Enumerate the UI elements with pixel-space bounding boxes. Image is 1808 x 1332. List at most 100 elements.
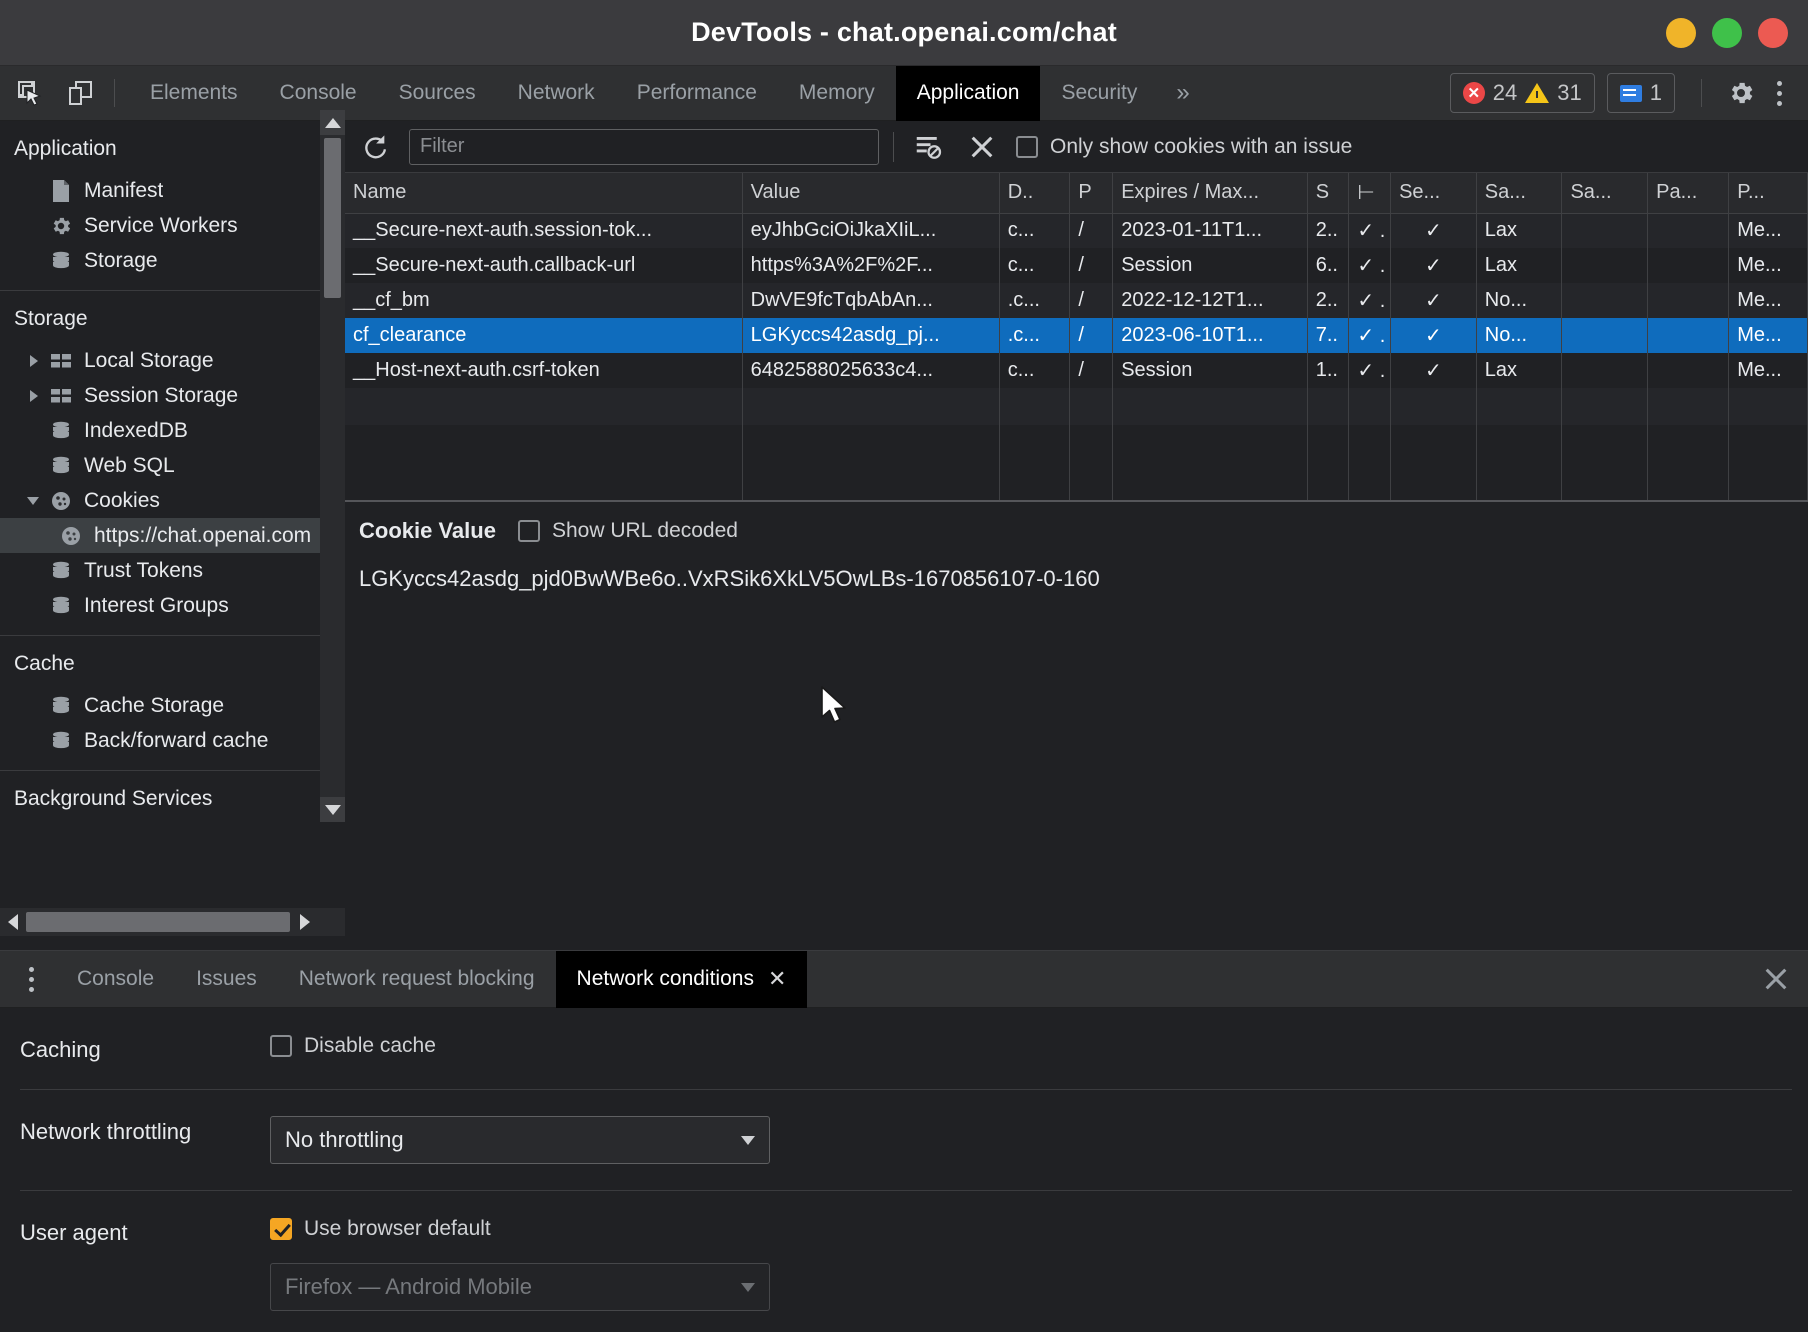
only-issues-checkbox[interactable] — [1016, 135, 1038, 158]
clear-all-cookies-icon[interactable] — [962, 127, 1002, 167]
chevron-down-icon[interactable] — [26, 492, 44, 510]
scroll-down-icon[interactable] — [320, 797, 345, 822]
col-httponly[interactable]: ⊢ — [1348, 173, 1392, 214]
inspect-element-icon[interactable] — [10, 73, 50, 113]
kebab-menu-icon[interactable] — [1762, 72, 1796, 114]
col-partitionkey[interactable]: Pa... — [1647, 173, 1730, 214]
gear-icon[interactable] — [1720, 72, 1762, 114]
col-secure[interactable]: Se... — [1390, 173, 1477, 214]
tab-application[interactable]: Application — [895, 65, 1041, 121]
col-value[interactable]: Value — [742, 173, 1000, 214]
cell-domain: c... — [999, 213, 1071, 248]
chevron-right-icon[interactable] — [26, 387, 44, 405]
cell-partitionkey — [1647, 318, 1730, 353]
use-browser-default-checkbox[interactable] — [270, 1218, 292, 1240]
only-issues-checkbox-row[interactable]: Only show cookies with an issue — [1016, 135, 1352, 159]
sidebar-label: Back/forward cache — [84, 728, 269, 752]
clear-filtered-cookies-icon[interactable] — [908, 127, 948, 167]
sidebar-item-cookies[interactable]: Cookies — [0, 483, 320, 518]
col-samepartykey[interactable]: Sa... — [1561, 173, 1649, 214]
drawer-tab-network-request-blocking[interactable]: Network request blocking — [278, 951, 556, 1008]
sidebar-item-storage[interactable]: Storage — [0, 243, 320, 278]
col-expires[interactable]: Expires / Max... — [1112, 173, 1308, 214]
sidebar-item-cache-storage[interactable]: Cache Storage — [0, 688, 320, 723]
sidebar-item-trust-tokens[interactable]: Trust Tokens — [0, 553, 320, 588]
throttling-select[interactable]: No throttling — [270, 1116, 770, 1164]
drawer-tab-network-conditions[interactable]: Network conditions ✕ — [555, 950, 808, 1008]
sidebar-item-service-workers[interactable]: Service Workers — [0, 208, 320, 243]
drawer-kebab-menu-icon[interactable] — [14, 959, 48, 999]
scroll-right-icon[interactable] — [292, 908, 317, 936]
tab-security[interactable]: Security — [1040, 66, 1158, 121]
tab-memory[interactable]: Memory — [778, 66, 896, 121]
cell-samesite: Lax — [1476, 213, 1563, 248]
use-browser-default-row[interactable]: Use browser default — [270, 1217, 1808, 1241]
sidebar-item-local-storage[interactable]: Local Storage — [0, 343, 320, 378]
chevron-right-icon[interactable] — [26, 352, 44, 370]
cell-value: DwVE9fcTqbAbAn... — [742, 283, 1000, 318]
col-priority[interactable]: P... — [1728, 173, 1808, 214]
maximize-button[interactable] — [1712, 17, 1742, 48]
issues-counter[interactable]: ✕ 24 31 — [1449, 73, 1595, 113]
cell-partitionkey — [1647, 353, 1730, 388]
sidebar-item-back-forward-cache[interactable]: Back/forward cache — [0, 723, 320, 758]
warning-count: 31 — [1557, 80, 1582, 105]
col-path[interactable]: P — [1069, 173, 1114, 214]
scroll-up-icon[interactable] — [320, 110, 345, 135]
scrollbar-thumb[interactable] — [324, 138, 341, 298]
sidebar-heading-storage: Storage — [14, 307, 88, 330]
cell-secure: ✓ — [1390, 283, 1477, 318]
drawer-close-icon[interactable] — [1762, 965, 1790, 993]
more-tabs-icon[interactable]: » — [1158, 66, 1207, 121]
sidebar-label: Cache Storage — [84, 693, 225, 717]
tab-sources[interactable]: Sources — [378, 66, 497, 121]
caret-icon — [26, 217, 44, 235]
cell-expires: Session — [1112, 248, 1308, 283]
col-samesite[interactable]: Sa... — [1476, 173, 1563, 214]
table-row[interactable]: __cf_bm DwVE9fcTqbAbAn... .c... / 2022-1… — [345, 283, 1808, 318]
sidebar-item-cookie-origin[interactable]: https://chat.openai.com — [0, 518, 320, 553]
show-url-decoded-row[interactable]: Show URL decoded — [517, 519, 738, 543]
tab-console[interactable]: Console — [259, 66, 378, 121]
table-row-selected[interactable]: cf_clearance LGKyccs42asdg_pj... .c... /… — [345, 318, 1808, 353]
disable-cache-checkbox[interactable] — [270, 1035, 292, 1057]
sidebar-item-web-sql[interactable]: Web SQL — [0, 448, 320, 483]
sidebar-item-interest-groups[interactable]: Interest Groups — [0, 588, 320, 623]
show-url-decoded-checkbox[interactable] — [517, 520, 540, 542]
disable-cache-row[interactable]: Disable cache — [270, 1034, 1808, 1058]
sidebar-item-session-storage[interactable]: Session Storage — [0, 378, 320, 413]
tab-elements[interactable]: Elements — [129, 66, 259, 121]
user-agent-select[interactable]: Firefox — Android Mobile — [270, 1263, 770, 1311]
sidebar-item-manifest[interactable]: Manifest — [0, 173, 320, 208]
col-size[interactable]: S — [1307, 173, 1350, 214]
cell-value: 6482588025633c4... — [742, 353, 1000, 388]
chevron-down-icon — [741, 1135, 755, 1145]
tab-network[interactable]: Network — [497, 66, 616, 121]
table-row[interactable]: __Host-next-auth.csrf-token 648258802563… — [345, 353, 1808, 388]
table-row[interactable]: __Secure-next-auth.callback-url https%3A… — [345, 248, 1808, 283]
refresh-icon[interactable] — [355, 127, 395, 167]
table-row[interactable]: __Secure-next-auth.session-tok... eyJhbG… — [345, 213, 1808, 248]
cell-size: 7.. — [1307, 318, 1350, 353]
minimize-button[interactable] — [1666, 17, 1696, 48]
cell-size: 2.. — [1307, 213, 1350, 248]
filter-input[interactable] — [409, 128, 879, 165]
close-button[interactable] — [1758, 17, 1788, 48]
table-bottom-divider — [345, 500, 1808, 502]
scroll-left-icon[interactable] — [0, 908, 25, 936]
cell-path: / — [1069, 283, 1114, 318]
device-toolbar-icon[interactable] — [60, 73, 100, 113]
col-domain[interactable]: D.. — [999, 173, 1071, 214]
drawer-tab-issues[interactable]: Issues — [175, 951, 278, 1008]
cookie-value-text: LGKyccs42asdg_pjd0BwWBe6o..VxRSik6XkLV5O… — [359, 566, 1100, 591]
messages-counter[interactable]: 1 — [1606, 73, 1675, 113]
scrollbar-thumb[interactable] — [26, 912, 290, 932]
sidebar-vertical-scrollbar[interactable] — [320, 110, 345, 822]
col-name[interactable]: Name — [345, 173, 743, 214]
drawer-tab-console[interactable]: Console — [56, 951, 175, 1008]
tab-performance[interactable]: Performance — [616, 66, 778, 121]
close-icon[interactable]: ✕ — [768, 966, 786, 992]
sidebar-horizontal-scrollbar[interactable] — [0, 908, 345, 936]
sidebar-item-indexeddb[interactable]: IndexedDB — [0, 413, 320, 448]
cookies-table-wrapper: Name Value D.. P Expires / Max... S ⊢ Se… — [345, 173, 1808, 502]
